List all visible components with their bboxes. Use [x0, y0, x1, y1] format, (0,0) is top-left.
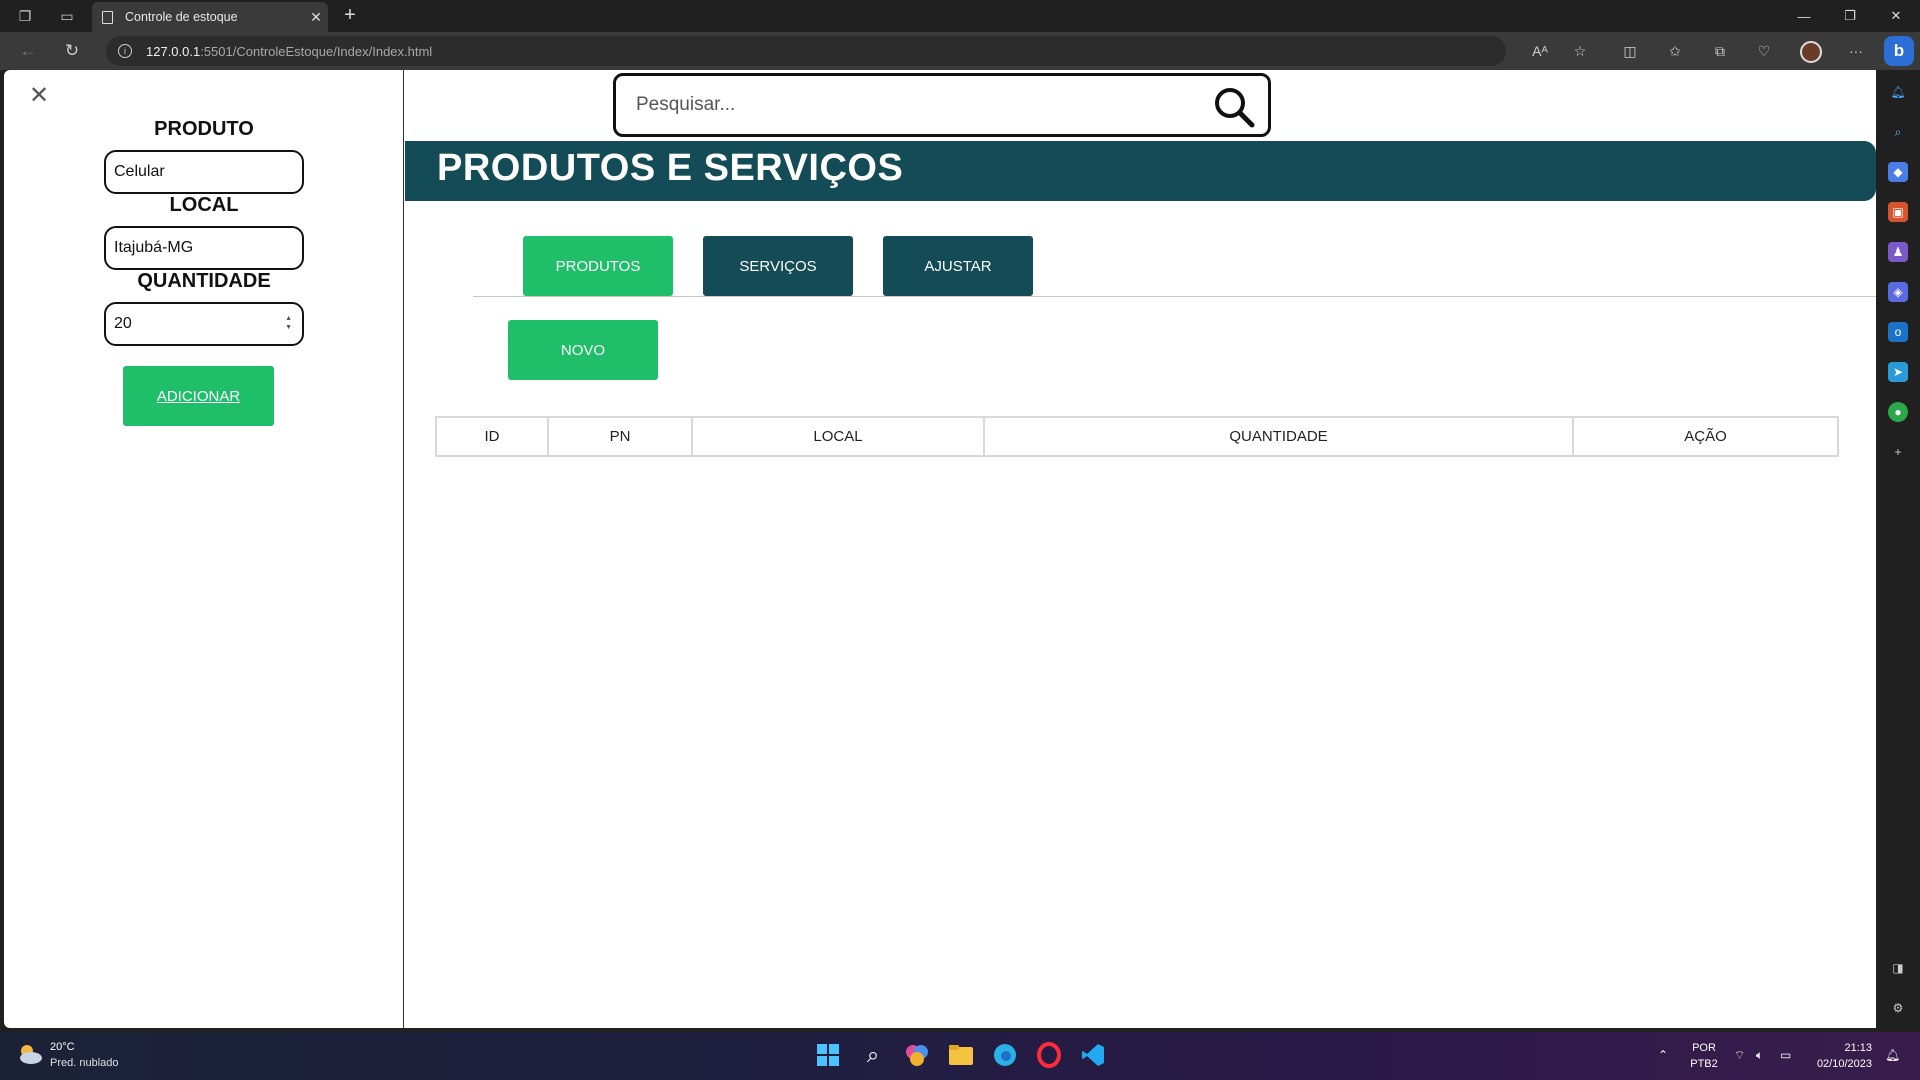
sidebar-settings-icon[interactable]: ⚙ [1888, 998, 1908, 1018]
column-header-id[interactable]: ID [437, 418, 549, 455]
local-field[interactable] [104, 226, 304, 270]
opera-icon[interactable] [1034, 1040, 1064, 1070]
novo-button[interactable]: NOVO [508, 320, 658, 380]
edge-sidebar: 🔔︎ ⌕ ◆ ▣ ♟ ◈ o ➤ ● + ◨ ⚙ [1876, 70, 1920, 1032]
restore-icon[interactable]: ❐ [1827, 4, 1873, 28]
tab-produtos[interactable]: PRODUTOS [523, 236, 673, 296]
new-tab-icon[interactable]: + [338, 4, 362, 27]
url-host: 127.0.0.1 [146, 43, 201, 59]
search-box[interactable] [613, 73, 1271, 137]
produto-label: PRODUTO [154, 118, 254, 140]
column-header-pn[interactable]: PN [549, 418, 693, 455]
tab-servicos[interactable]: SERVIÇOS [703, 236, 853, 296]
browser-essentials-icon[interactable]: ♡ [1754, 41, 1774, 61]
page-icon [102, 10, 113, 24]
tab-divider [473, 296, 1876, 297]
read-aloud-icon[interactable]: Aᴬ [1530, 41, 1550, 61]
tree-icon[interactable]: ● [1888, 402, 1908, 422]
local-label: LOCAL [169, 194, 239, 216]
search-sidebar-icon[interactable]: ⌕ [1888, 122, 1908, 142]
split-screen-icon[interactable]: ◫ [1620, 41, 1640, 61]
tab-title: Controle de estoque [125, 10, 238, 24]
address-bar[interactable]: i 127.0.0.1:5501/ControleEstoque/Index/I… [106, 36, 1506, 66]
tab-actions-icon[interactable]: ▭ [56, 6, 78, 26]
weather-temperature: 20°C [50, 1041, 75, 1053]
outlook-icon[interactable]: o [1888, 322, 1908, 342]
url-path: :5501/ControleEstoque/Index/Index.html [200, 43, 433, 59]
chat-app-icon[interactable] [902, 1040, 932, 1070]
weather-cloud-icon[interactable] [16, 1042, 44, 1066]
hide-sidebar-icon[interactable]: ◨ [1888, 958, 1908, 978]
column-header-acao[interactable]: AÇÃO [1574, 418, 1837, 455]
collections-icon[interactable]: ⧉ [1710, 41, 1730, 61]
more-menu-icon[interactable]: ··· [1846, 41, 1866, 61]
info-icon[interactable]: i [118, 44, 132, 58]
search-input[interactable] [636, 94, 1196, 116]
quantidade-input[interactable] [114, 315, 274, 333]
vscode-icon[interactable] [1078, 1040, 1108, 1070]
copilot-sidebar-icon[interactable]: ◈ [1888, 282, 1908, 302]
number-spinner[interactable]: ▲ ▼ [285, 314, 292, 332]
workspaces-icon[interactable]: ❐ [14, 6, 36, 26]
favorite-star-icon[interactable]: ☆ [1570, 41, 1590, 61]
file-explorer-icon[interactable] [946, 1040, 976, 1070]
minimize-icon[interactable]: — [1781, 4, 1827, 28]
refresh-icon[interactable]: ↻ [60, 40, 84, 62]
windows-taskbar: 20°C Pred. nublado ⌕ ⌃ POR PTB2 ⌔ 🔈︎ ▭ 2… [0, 1032, 1920, 1080]
page-title: PRODUTOS E SERVIÇOS [437, 147, 904, 189]
weather-description: Pred. nublado [50, 1057, 119, 1069]
browser-toolbar: ← ↻ i 127.0.0.1:5501/ControleEstoque/Ind… [0, 32, 1920, 70]
send-icon[interactable]: ➤ [1888, 362, 1908, 382]
browser-tab-bar: ❐ ▭ Controle de estoque ✕ + — ❐ ✕ [0, 0, 1920, 32]
games-icon[interactable]: ♟ [1888, 242, 1908, 262]
copilot-icon[interactable]: b [1884, 36, 1914, 66]
battery-icon[interactable]: ▭ [1780, 1048, 1791, 1062]
shopping-icon[interactable]: ◆ [1888, 162, 1908, 182]
tray-expand-icon[interactable]: ⌃ [1658, 1048, 1668, 1062]
main-content: PRODUTOS E SERVIÇOS PRODUTOS SERVIÇOS AJ… [405, 70, 1876, 1028]
notifications-icon[interactable]: 🔔︎ [1885, 1048, 1900, 1062]
tab-ajustar[interactable]: AJUSTAR [883, 236, 1033, 296]
products-table-header: ID PN LOCAL QUANTIDADE AÇÃO [435, 416, 1839, 457]
clock-date[interactable]: 02/10/2023 [1808, 1058, 1872, 1070]
edge-browser-icon[interactable] [990, 1040, 1020, 1070]
page-banner: PRODUTOS E SERVIÇOS [405, 141, 1876, 201]
browser-tab[interactable]: Controle de estoque ✕ [92, 2, 328, 32]
close-window-icon[interactable]: ✕ [1873, 4, 1919, 28]
profile-avatar[interactable] [1800, 41, 1822, 63]
clock-time[interactable]: 21:13 [1808, 1042, 1872, 1054]
notification-bell-icon[interactable]: 🔔︎ [1888, 82, 1908, 102]
quantidade-field[interactable]: ▲▼ [104, 302, 304, 346]
column-header-local[interactable]: LOCAL [693, 418, 985, 455]
produto-input[interactable] [114, 163, 274, 181]
adicionar-button[interactable]: ADICIONAR [123, 366, 274, 426]
start-icon[interactable] [813, 1040, 843, 1070]
volume-icon[interactable]: 🔈︎ [1756, 1048, 1763, 1063]
tools-icon[interactable]: ▣ [1888, 202, 1908, 222]
close-panel-icon[interactable]: ✕ [24, 80, 54, 110]
column-header-quantidade[interactable]: QUANTIDADE [985, 418, 1574, 455]
taskbar-search-icon[interactable]: ⌕ [858, 1040, 888, 1070]
keyboard-layout[interactable]: PTB2 [1690, 1058, 1718, 1070]
add-sidebar-icon[interactable]: + [1888, 442, 1908, 462]
local-input[interactable] [114, 239, 274, 257]
language-indicator[interactable]: POR [1690, 1042, 1718, 1054]
wifi-icon[interactable]: ⌔ [1734, 1048, 1745, 1063]
page-viewport: ✕ PRODUTO LOCAL QUANTIDADE ▲▼ ADICIONAR … [4, 70, 1876, 1028]
favorites-icon[interactable]: ✩ [1665, 41, 1685, 61]
tab-close-icon[interactable]: ✕ [304, 9, 328, 26]
quantidade-label: QUANTIDADE [137, 270, 271, 292]
back-icon[interactable]: ← [16, 40, 40, 62]
produto-field[interactable] [104, 150, 304, 194]
add-product-panel: ✕ PRODUTO LOCAL QUANTIDADE ▲▼ ADICIONAR [4, 70, 404, 1028]
search-icon[interactable] [1212, 85, 1256, 129]
